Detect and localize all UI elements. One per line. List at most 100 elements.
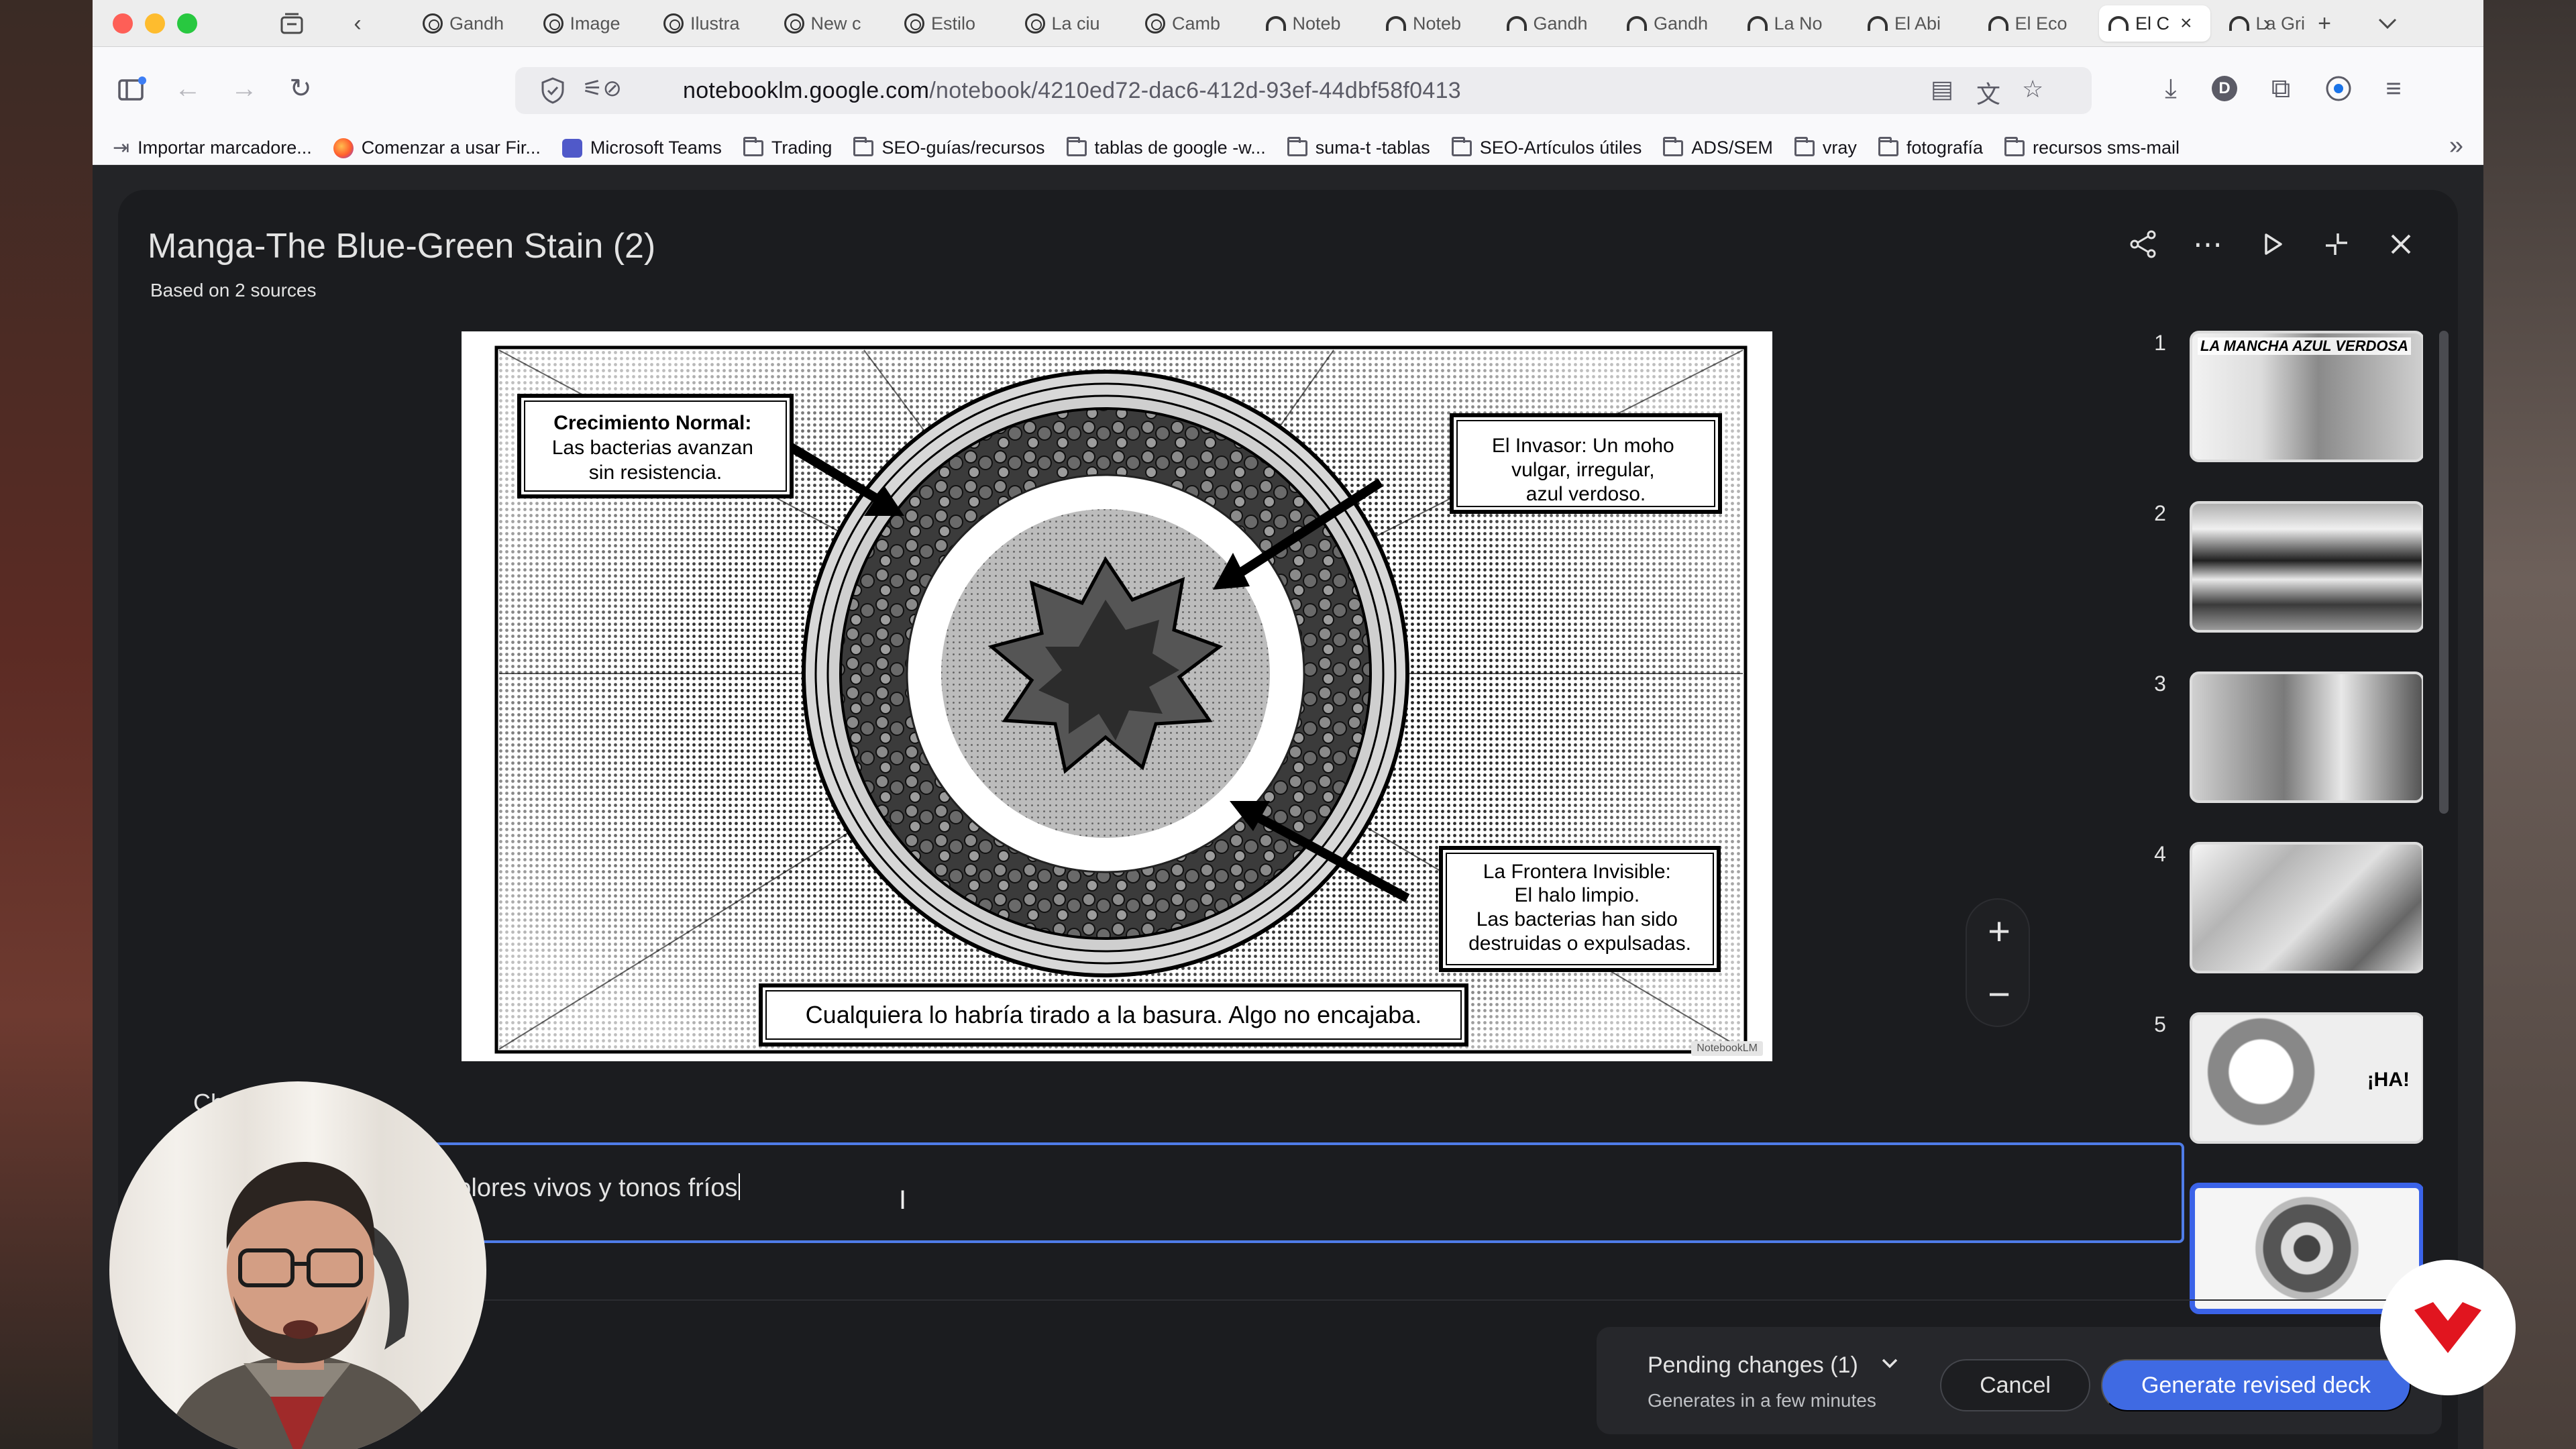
sidebar-toggle-icon[interactable] — [111, 68, 152, 109]
close-icon[interactable] — [2384, 227, 2418, 261]
bookmark-label: SEO-Artículos útiles — [1479, 138, 1642, 158]
profile-initial: D — [2218, 79, 2231, 97]
minimize-window-button[interactable] — [145, 13, 165, 34]
menu-hamburger-icon[interactable]: ≡ — [2373, 68, 2414, 109]
bookmark-item[interactable]: suma-t -tablas — [1287, 136, 1430, 158]
back-arrow-icon[interactable]: ← — [168, 68, 208, 109]
permissions-icon[interactable]: ⚟⊘ — [582, 75, 622, 102]
thumbnail-scrollbar-thumb[interactable] — [2439, 331, 2449, 814]
zoom-controls: + − — [1966, 898, 2030, 1027]
tab-list-chevron-down-icon[interactable] — [2371, 7, 2404, 40]
bookmark-item[interactable]: Microsoft Teams — [561, 138, 722, 158]
slide-caption: Cualquiera lo habría tirado a la basura.… — [806, 1001, 1422, 1028]
slide-thumbnail[interactable]: LA MANCHA AZUL VERDOSA — [2190, 331, 2423, 462]
chatgpt-favicon-icon — [1145, 13, 1165, 34]
browser-tab[interactable]: New c — [775, 5, 886, 42]
reader-view-icon[interactable]: ▤ — [1931, 75, 1953, 103]
browser-tab[interactable]: Gandh — [1497, 5, 1609, 42]
thumbnail-scrollbar[interactable] — [2439, 331, 2449, 1324]
tab-strip: ‹ Gandh Image Ilustra New c Estilo La ciu Camb… — [93, 0, 2483, 47]
browser-tab[interactable]: El C × — [2099, 5, 2210, 42]
bookmark-item[interactable]: tablas de google -w... — [1066, 136, 1266, 158]
slide-thumbnail-row[interactable]: 3 — [2141, 672, 2423, 812]
bookmark-item[interactable]: recursos sms-mail — [2004, 136, 2180, 158]
browser-tab[interactable]: La No — [1738, 5, 1849, 42]
chevron-left-icon[interactable]: ‹ — [341, 7, 374, 40]
bookmark-item[interactable]: Trading — [743, 136, 832, 158]
desktop-backdrop-right — [2483, 0, 2576, 1449]
slide-thumbnail-row[interactable]: 4 — [2141, 842, 2423, 983]
forward-arrow-icon[interactable]: → — [224, 68, 264, 109]
collapse-icon[interactable] — [2320, 227, 2353, 261]
bookmark-item[interactable]: vray — [1794, 136, 1857, 158]
slide-thumbnail[interactable] — [2190, 672, 2423, 803]
chatgpt-favicon-icon — [423, 13, 443, 34]
slide-thumbnail[interactable] — [2190, 501, 2423, 633]
bookmark-item[interactable]: SEO-guías/recursos — [853, 136, 1045, 158]
bookmark-item[interactable]: ⇥ Importar marcadore... — [113, 136, 312, 160]
browser-tab[interactable]: Estilo — [895, 5, 1006, 42]
reload-icon[interactable]: ↻ — [280, 68, 321, 109]
browser-tab[interactable]: El Abi — [1858, 5, 1970, 42]
browser-tab[interactable]: Ilustra — [654, 5, 765, 42]
slide-thumbnail[interactable] — [2190, 842, 2423, 973]
bookmark-label: suma-t -tablas — [1315, 138, 1430, 158]
presenter-video-frame — [164, 1162, 437, 1449]
chevron-down-icon[interactable] — [1881, 1347, 1898, 1375]
thumbnail-text: LA MANCHA AZUL VERDOSA — [2198, 337, 2412, 355]
tab-overview-icon[interactable] — [275, 7, 309, 40]
browser-tab[interactable]: Gandh — [413, 5, 525, 42]
address-bar[interactable]: ⚟⊘ notebooklm.google.com/notebook/4210ed… — [515, 67, 2092, 114]
zoom-in-button[interactable]: + — [1967, 900, 2031, 963]
chatgpt-favicon-icon — [663, 13, 684, 34]
slide-thumbnail-row[interactable]: 1 LA MANCHA AZUL VERDOSA — [2141, 331, 2423, 472]
new-tab-plus-icon[interactable]: + — [2308, 7, 2341, 40]
browser-tab[interactable]: Noteb — [1256, 5, 1368, 42]
revision-prompt-input[interactable]: en, que sean colores vivos y tonos fríos… — [263, 1142, 2184, 1243]
pending-changes-toggle[interactable]: Pending changes (1) — [1648, 1352, 1858, 1379]
bookmark-label: recursos sms-mail — [2032, 138, 2180, 158]
slide-thumbnail-row[interactable]: 5 ¡HA! — [2141, 1012, 2423, 1153]
close-window-button[interactable] — [113, 13, 133, 34]
bookmark-label: SEO-guías/recursos — [881, 138, 1045, 158]
zoom-window-button[interactable] — [177, 13, 197, 34]
tab-label: La No — [1774, 13, 1823, 34]
share-icon[interactable] — [2127, 227, 2160, 261]
generate-revised-deck-button[interactable]: Generate revised deck — [2101, 1359, 2411, 1411]
current-slide: Crecimiento Normal: Las bacterias avanza… — [462, 331, 1772, 1061]
bookmark-label: Comenzar a usar Fir... — [361, 138, 541, 158]
browser-tab[interactable]: Noteb — [1377, 5, 1488, 42]
slide-thumbnail[interactable]: ¡HA! — [2190, 1012, 2423, 1144]
shield-icon[interactable] — [539, 76, 566, 105]
profile-avatar[interactable]: D — [2204, 68, 2245, 109]
notebooklm-favicon-icon — [2108, 16, 2129, 31]
cancel-button[interactable]: Cancel — [1940, 1359, 2090, 1411]
browser-tab[interactable]: La ciu — [1016, 5, 1127, 42]
bookmarks-overflow-icon[interactable]: » — [2449, 131, 2463, 160]
bookmark-item[interactable]: SEO-Artículos útiles — [1451, 136, 1642, 158]
play-icon[interactable] — [2255, 227, 2289, 261]
chatgpt-favicon-icon — [1024, 13, 1045, 34]
bookmark-item[interactable]: fotografía — [1878, 136, 1983, 158]
browser-tab[interactable]: Gandh — [1617, 5, 1729, 42]
more-options-icon[interactable]: ⋯ — [2191, 227, 2224, 261]
browser-tab[interactable]: Camb — [1136, 5, 1247, 42]
extensions-icon[interactable]: ⧉ — [2261, 68, 2301, 109]
close-tab-icon[interactable]: × — [2180, 12, 2192, 35]
bookmark-label: tablas de google -w... — [1094, 138, 1266, 158]
browser-tab[interactable]: El Eco — [1979, 5, 2090, 42]
channel-logo-badge — [2380, 1260, 2516, 1395]
tab-label: El C — [2135, 13, 2170, 34]
bookmark-item[interactable]: Comenzar a usar Fir... — [333, 138, 541, 158]
tab-label: El Abi — [1894, 13, 1941, 34]
chevron-right-icon[interactable]: › — [2250, 7, 2284, 40]
browser-tab[interactable]: Image — [534, 5, 645, 42]
bookmark-star-icon[interactable]: ☆ — [2022, 75, 2043, 103]
bookmark-item[interactable]: ADS/SEM — [1663, 136, 1773, 158]
translate-icon[interactable]: 文 — [1976, 75, 2000, 110]
url-text[interactable]: notebooklm.google.com/notebook/4210ed72-… — [683, 78, 1461, 104]
zoom-out-button[interactable]: − — [1967, 963, 2031, 1026]
downloads-icon[interactable]: ⤓ — [2151, 68, 2191, 109]
slide-thumbnail-row[interactable]: 2 — [2141, 501, 2423, 642]
extension-icon[interactable] — [2318, 68, 2359, 109]
